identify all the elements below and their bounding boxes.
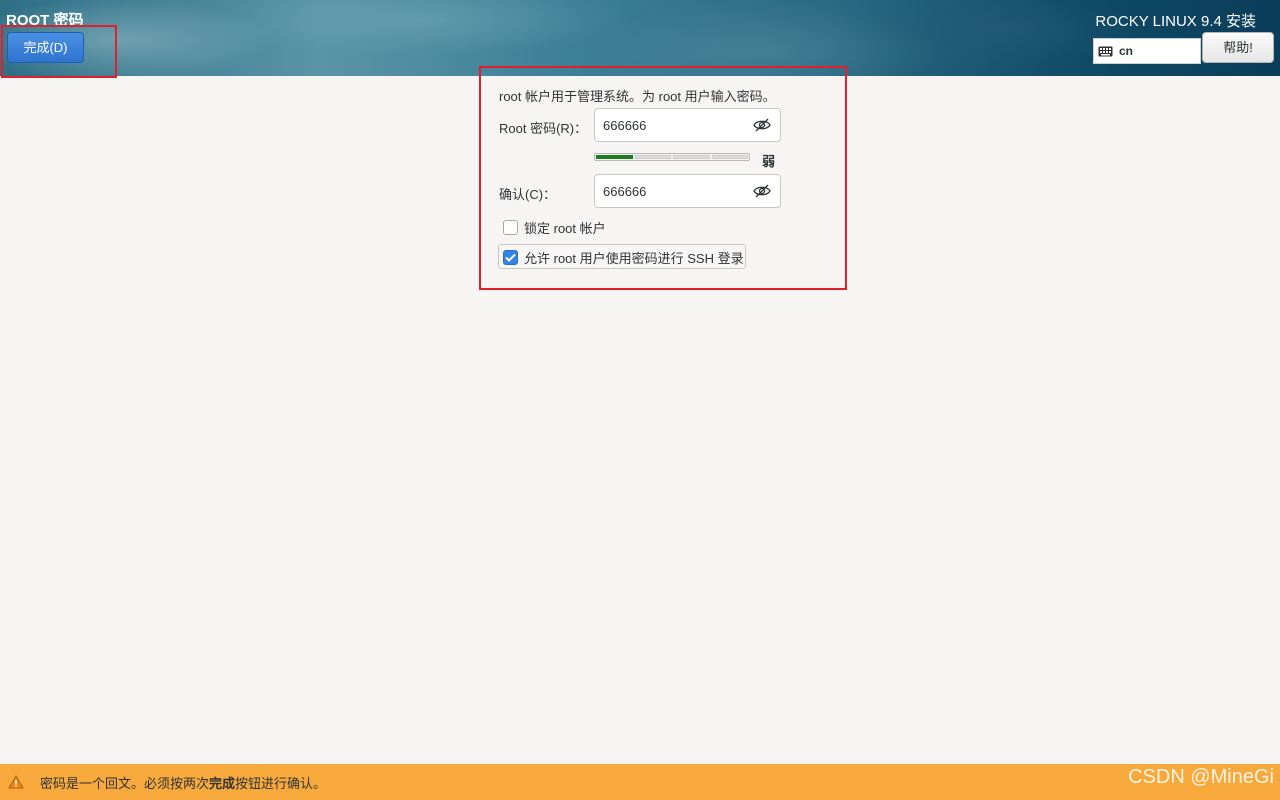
warning-message-bold: 完成 (209, 775, 236, 791)
help-button[interactable]: 帮助! (1202, 32, 1274, 63)
header-banner: ROOT 密码 完成(D) ROCKY LINUX 9.4 安装 cn 帮助! (0, 0, 1280, 76)
watermark: CSDN @MineGi (1128, 766, 1274, 788)
warning-bar: 密码是一个回文。必须按两次完成按钮进行确认。 (0, 764, 1280, 800)
keyboard-icon (1098, 46, 1113, 56)
password-strength-meter (594, 153, 750, 161)
strength-segment (673, 155, 710, 159)
done-button-highlight (1, 25, 117, 78)
keyboard-layout-label: cn (1119, 44, 1134, 58)
reveal-password-icon[interactable] (753, 118, 771, 132)
lock-root-checkbox[interactable]: 锁定 root 帐户 (503, 218, 606, 237)
confirm-field[interactable]: 666666 (594, 174, 781, 208)
warning-message: 密码是一个回文。必须按两次完成按钮进行确认。 (40, 773, 326, 792)
reveal-password-icon[interactable] (753, 184, 771, 198)
password-field[interactable]: 666666 (594, 108, 781, 142)
checkmark-icon (505, 253, 516, 262)
warning-message-prefix: 密码是一个回文。必须按两次 (40, 775, 210, 791)
confirm-value: 666666 (603, 183, 647, 199)
allow-ssh-checkbox-box[interactable] (503, 250, 518, 265)
warning-icon (8, 775, 24, 789)
allow-ssh-checkbox[interactable]: 允许 root 用户使用密码进行 SSH 登录 (503, 248, 744, 267)
strength-segment (596, 155, 633, 159)
strength-segment (711, 155, 748, 159)
product-title: ROCKY LINUX 9.4 安装 (1095, 13, 1256, 30)
lock-root-label: 锁定 root 帐户 (524, 221, 606, 236)
password-value: 666666 (603, 117, 647, 133)
lock-root-checkbox-box[interactable] (503, 220, 518, 235)
password-strength-label: 弱 (762, 155, 776, 170)
keyboard-layout-indicator[interactable]: cn (1093, 38, 1201, 64)
allow-ssh-label: 允许 root 用户使用密码进行 SSH 登录 (524, 251, 744, 266)
strength-segment (634, 155, 671, 159)
warning-message-suffix: 按钮进行确认。 (235, 775, 327, 791)
confirm-label: 确认(C)： (499, 187, 557, 202)
password-label: Root 密码(R)： (499, 121, 588, 136)
root-description: root 帐户用于管理系统。为 root 用户输入密码。 (499, 89, 776, 104)
